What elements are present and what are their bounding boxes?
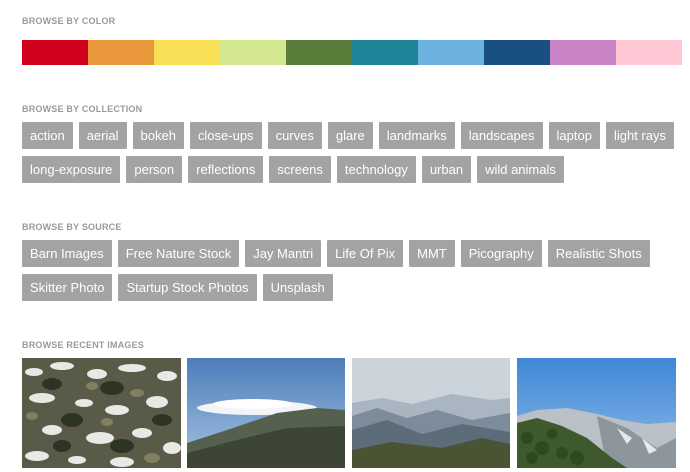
collection-tag[interactable]: urban: [421, 156, 472, 183]
rocks-snow-image: [22, 358, 181, 468]
collection-tag[interactable]: glare: [327, 122, 373, 149]
browse-by-collection-heading: BROWSE BY COLLECTION: [22, 104, 143, 114]
color-palette: [22, 40, 682, 65]
recent-image-thumbnail[interactable]: [352, 358, 510, 468]
color-swatch[interactable]: [220, 40, 286, 65]
collection-tag[interactable]: landscapes: [460, 122, 543, 149]
browse-by-source-heading: BROWSE BY SOURCE: [22, 222, 122, 232]
color-swatch[interactable]: [550, 40, 616, 65]
collection-tag[interactable]: landmarks: [378, 122, 455, 149]
source-tag[interactable]: Realistic Shots: [547, 240, 650, 267]
recent-image-thumbnail[interactable]: [22, 358, 181, 468]
source-tag[interactable]: Startup Stock Photos: [118, 274, 257, 301]
source-tag-list: Barn Images Free Nature Stock Jay Mantri Li…: [22, 240, 682, 301]
collection-tag[interactable]: screens: [269, 156, 331, 183]
forested-peak-image: [517, 358, 676, 468]
color-swatch[interactable]: [286, 40, 352, 65]
color-swatch[interactable]: [418, 40, 484, 65]
recent-images-grid: [22, 358, 682, 472]
collection-tag[interactable]: wild animals: [477, 156, 564, 183]
source-tag[interactable]: Barn Images: [22, 240, 112, 267]
browse-by-color-heading: BROWSE BY COLOR: [22, 16, 116, 26]
mountain-cloud-image: [187, 358, 345, 468]
color-swatch[interactable]: [88, 40, 154, 65]
collection-tag[interactable]: technology: [336, 156, 416, 183]
recent-image-thumbnail[interactable]: [517, 358, 676, 468]
collection-tag[interactable]: curves: [267, 122, 322, 149]
browse-recent-images-heading: BROWSE RECENT IMAGES: [22, 340, 145, 350]
collection-tag[interactable]: action: [22, 122, 73, 149]
source-tag[interactable]: Unsplash: [262, 274, 333, 301]
collection-tag[interactable]: laptop: [548, 122, 600, 149]
collection-tag[interactable]: bokeh: [132, 122, 184, 149]
collection-tag[interactable]: aerial: [78, 122, 127, 149]
source-tag[interactable]: Life Of Pix: [327, 240, 404, 267]
collection-tag[interactable]: long-exposure: [22, 156, 121, 183]
collection-tag[interactable]: light rays: [605, 122, 674, 149]
collection-tag[interactable]: person: [126, 156, 183, 183]
source-tag[interactable]: Jay Mantri: [245, 240, 322, 267]
color-swatch[interactable]: [616, 40, 682, 65]
hazy-mountains-image: [352, 358, 510, 468]
source-tag[interactable]: MMT: [409, 240, 455, 267]
color-swatch[interactable]: [352, 40, 418, 65]
collection-tag[interactable]: reflections: [188, 156, 264, 183]
color-swatch[interactable]: [154, 40, 220, 65]
collection-tag[interactable]: close-ups: [189, 122, 262, 149]
source-tag[interactable]: Free Nature Stock: [117, 240, 240, 267]
source-tag[interactable]: Skitter Photo: [22, 274, 113, 301]
color-swatch[interactable]: [22, 40, 88, 65]
recent-image-thumbnail[interactable]: [187, 358, 345, 468]
color-swatch[interactable]: [484, 40, 550, 65]
collection-tag-list: action aerial bokeh close-ups curves glare lan…: [22, 122, 682, 183]
source-tag[interactable]: Picography: [460, 240, 542, 267]
